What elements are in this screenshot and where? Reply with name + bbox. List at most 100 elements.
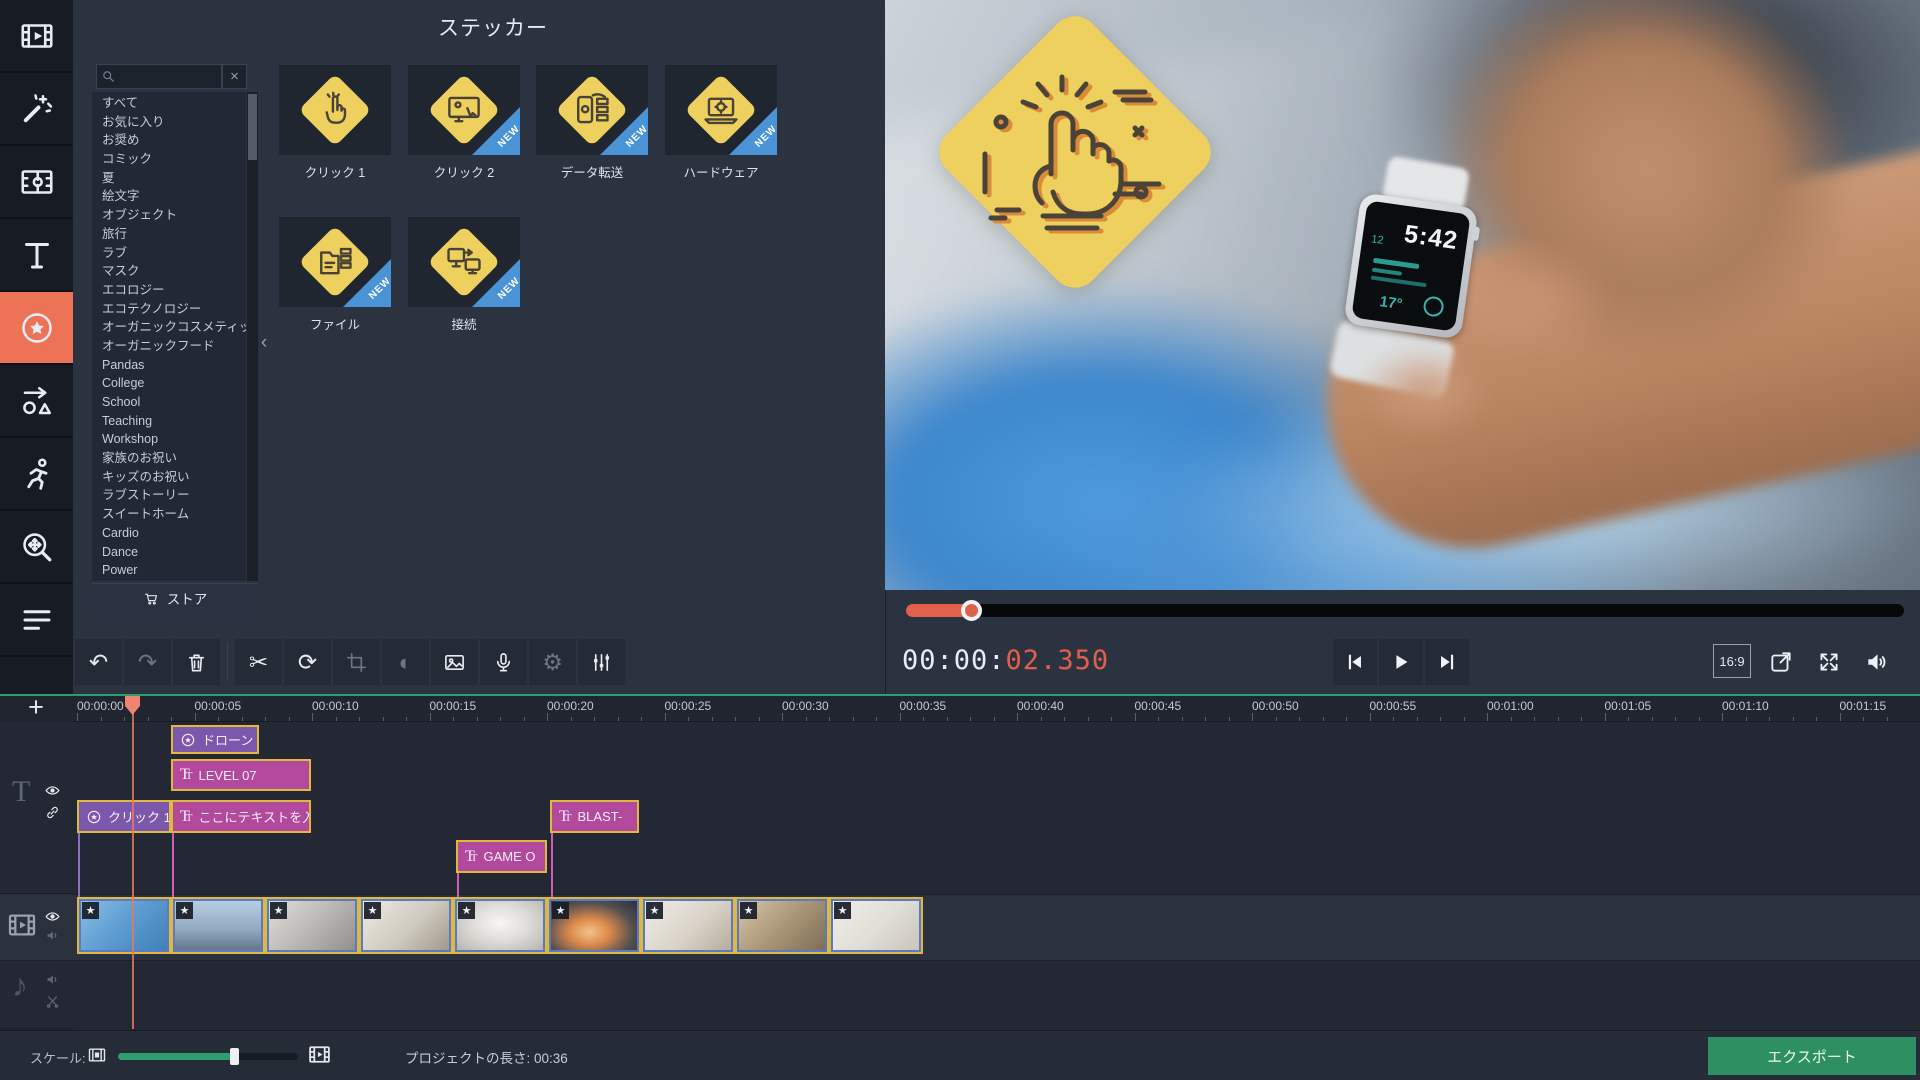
- category-item[interactable]: お気に入り: [92, 113, 246, 132]
- clip-properties-button[interactable]: [578, 639, 625, 685]
- link-icon[interactable]: [44, 804, 61, 821]
- audio-track-area[interactable]: [73, 961, 1920, 1029]
- seek-bar[interactable]: [906, 600, 1904, 621]
- add-track-button[interactable]: +: [14, 694, 58, 721]
- sticker-tile[interactable]: NEW: [665, 65, 777, 155]
- category-item[interactable]: ラブ: [92, 244, 246, 263]
- next-frame-button[interactable]: [1425, 639, 1469, 685]
- color-adjust-button[interactable]: ◐: [382, 639, 429, 685]
- sidebar-item-titles[interactable]: [0, 219, 73, 292]
- category-item[interactable]: 旅行: [92, 225, 246, 244]
- play-button[interactable]: [1379, 639, 1423, 685]
- crop-button[interactable]: [333, 639, 380, 685]
- sticker-tile[interactable]: NEW: [279, 217, 391, 307]
- volume-button[interactable]: [1855, 639, 1899, 685]
- category-item[interactable]: エコロジー: [92, 281, 246, 300]
- sticker-label: クリック 1: [304, 166, 366, 180]
- clip-plaster-hands[interactable]: ★: [829, 897, 923, 954]
- delete-button[interactable]: [173, 639, 220, 685]
- detach-player-button[interactable]: [1759, 639, 1803, 685]
- eye-icon[interactable]: [44, 908, 61, 925]
- title-track-area[interactable]: [73, 722, 1920, 894]
- sidebar-item-media[interactable]: [0, 0, 73, 73]
- background-button[interactable]: [431, 639, 478, 685]
- clip-office-room[interactable]: ★: [735, 897, 829, 954]
- category-item[interactable]: オブジェクト: [92, 206, 246, 225]
- category-item[interactable]: すべて: [92, 94, 246, 113]
- redo-button[interactable]: ↷: [124, 639, 171, 685]
- category-item[interactable]: Dance: [92, 543, 246, 562]
- fullscreen-button[interactable]: [1807, 639, 1851, 685]
- title-clip[interactable]: TT LEVEL 07: [171, 759, 311, 791]
- clip-rocket-launch[interactable]: ★: [547, 897, 641, 954]
- sidebar-item-filters[interactable]: [0, 73, 73, 146]
- category-item[interactable]: お奨め: [92, 131, 246, 150]
- category-item[interactable]: コミック: [92, 150, 246, 169]
- sidebar-item-pan-zoom[interactable]: [0, 511, 73, 584]
- clip-watch-hands[interactable]: ★: [77, 897, 171, 954]
- aspect-ratio-button[interactable]: 16:9: [1713, 644, 1751, 678]
- title-clip[interactable]: TT BLAST-: [550, 800, 639, 833]
- sticker-tile[interactable]: NEW: [408, 217, 520, 307]
- mute-icon[interactable]: [44, 927, 61, 944]
- eye-icon[interactable]: [44, 782, 61, 799]
- title-clip[interactable]: TT ここにテキストを入: [171, 800, 311, 833]
- collapse-panel-button[interactable]: ‹: [256, 330, 272, 356]
- clip-office-desk[interactable]: ★: [265, 897, 359, 954]
- record-voice-button[interactable]: [480, 639, 527, 685]
- sidebar-item-transitions[interactable]: [0, 146, 73, 219]
- sidebar-item-animation[interactable]: [0, 438, 73, 511]
- category-item[interactable]: スイートホーム: [92, 505, 246, 524]
- category-item[interactable]: オーガニックコスメティック: [92, 318, 246, 337]
- sidebar-item-callouts[interactable]: [0, 365, 73, 438]
- sticker-clip[interactable]: ドローン: [171, 725, 259, 754]
- category-item[interactable]: Power: [92, 561, 246, 580]
- clip-laptop-desk[interactable]: ★: [359, 897, 453, 954]
- timeline-zoom-slider[interactable]: [118, 1048, 298, 1065]
- mute-icon[interactable]: [44, 971, 61, 988]
- sidebar-item-more-tools[interactable]: [0, 584, 73, 657]
- search-box[interactable]: [96, 64, 222, 89]
- sidebar-item-stickers[interactable]: [0, 292, 73, 365]
- category-item[interactable]: Pandas: [92, 356, 246, 375]
- category-item[interactable]: Workshop: [92, 430, 246, 449]
- playhead-line[interactable]: [132, 696, 134, 1029]
- seek-handle[interactable]: [960, 600, 982, 621]
- category-item[interactable]: キッズのお祝い: [92, 468, 246, 487]
- rotate-button[interactable]: ⟳: [284, 639, 331, 685]
- settings-button[interactable]: ⚙: [529, 639, 576, 685]
- search-input[interactable]: [120, 68, 220, 85]
- sticker-clip[interactable]: クリック 1: [77, 800, 171, 833]
- clip-desk-top[interactable]: ★: [641, 897, 735, 954]
- undo-button[interactable]: ↶: [75, 639, 122, 685]
- category-item[interactable]: ラブストーリー: [92, 486, 246, 505]
- zoom-in-film-icon[interactable]: [306, 1042, 333, 1067]
- sticker-tile[interactable]: [279, 65, 391, 155]
- category-item[interactable]: エコテクノロジー: [92, 300, 246, 319]
- store-button[interactable]: ストア: [92, 583, 258, 612]
- previous-frame-button[interactable]: [1333, 639, 1377, 685]
- zoom-out-film-icon[interactable]: [86, 1045, 108, 1065]
- category-item[interactable]: College: [92, 374, 246, 393]
- export-button[interactable]: エクスポート: [1708, 1037, 1916, 1075]
- category-item[interactable]: マスク: [92, 262, 246, 281]
- category-item[interactable]: School: [92, 393, 246, 412]
- category-item[interactable]: 絵文字: [92, 187, 246, 206]
- unlink-cut-icon[interactable]: [44, 993, 61, 1010]
- category-item[interactable]: Cardio: [92, 524, 246, 543]
- slider-handle[interactable]: [230, 1048, 239, 1065]
- category-item[interactable]: オーガニックフード: [92, 337, 246, 356]
- clip-drone-sky[interactable]: ★: [171, 897, 265, 954]
- clip-light-tunnel[interactable]: ★: [453, 897, 547, 954]
- sticker-overlay[interactable]: [925, 0, 1225, 300]
- category-item[interactable]: 家族のお祝い: [92, 449, 246, 468]
- timeline-ruler[interactable]: 00:00:00 00:00:05 00:00:10 00:00:15 00:00:20…: [73, 696, 1920, 722]
- sticker-tile[interactable]: NEW: [408, 65, 520, 155]
- category-item[interactable]: Teaching: [92, 412, 246, 431]
- split-button[interactable]: ✂: [235, 639, 282, 685]
- sticker-tile[interactable]: NEW: [536, 65, 648, 155]
- title-clip[interactable]: TT GAME O: [456, 840, 547, 873]
- category-item[interactable]: 夏: [92, 169, 246, 188]
- video-preview[interactable]: 12 5:42 17°: [885, 0, 1920, 590]
- search-clear-button[interactable]: ×: [222, 64, 247, 89]
